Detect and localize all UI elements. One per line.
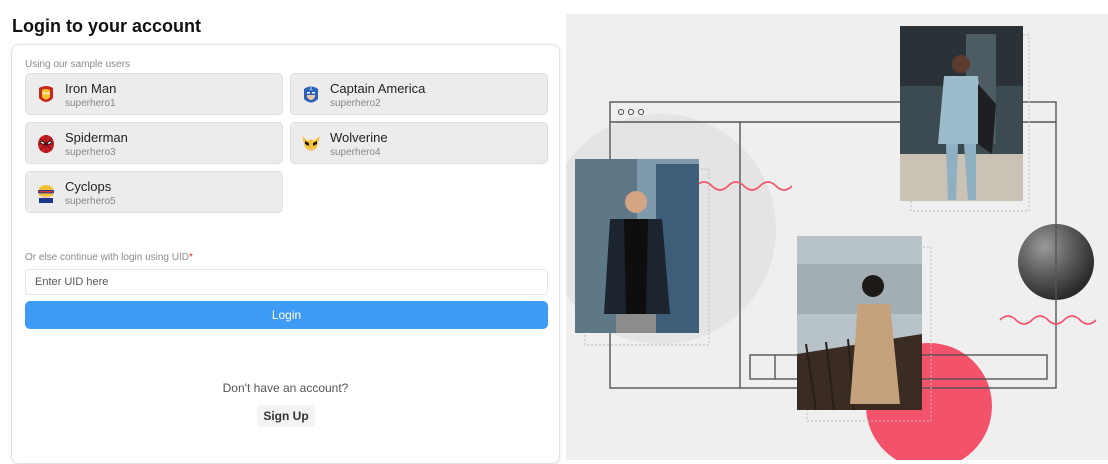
sample-users-label: Using our sample users: [25, 59, 131, 70]
user-name: Wolverine: [330, 130, 388, 145]
captain-america-icon: A: [304, 86, 318, 103]
iron-man-icon: [39, 86, 53, 102]
user-name: Captain America: [330, 81, 426, 96]
user-name: Spiderman: [65, 130, 128, 145]
required-mark: *: [188, 252, 193, 263]
page-title: Login to your account: [12, 16, 201, 36]
login-card: Using our sample users Iron Man superher…: [11, 44, 560, 464]
login-button[interactable]: Login: [25, 301, 548, 329]
spiderman-icon: [38, 135, 54, 153]
sample-user-spiderman[interactable]: Spiderman superhero3: [25, 122, 283, 164]
signup-button[interactable]: Sign Up: [257, 405, 315, 427]
photo-woman-bridge: [797, 236, 932, 422]
wolverine-icon: [302, 136, 320, 152]
photo-man-phone: [900, 26, 1030, 212]
svg-text:A: A: [310, 87, 313, 92]
cyclops-icon: [38, 185, 54, 203]
sample-user-cyclops[interactable]: Cyclops superhero5: [25, 171, 283, 213]
uid-input[interactable]: [25, 269, 548, 295]
sample-user-iron-man[interactable]: Iron Man superhero1: [25, 73, 283, 115]
uid-login-label: Or else continue with login using UID*: [25, 252, 193, 263]
user-name: Iron Man: [65, 81, 117, 96]
user-uid: superhero4: [330, 147, 381, 158]
uid-label-text: Or else continue with login using UID: [25, 252, 189, 263]
sample-user-captain-america[interactable]: A Captain America superhero2: [290, 73, 548, 115]
sample-user-wolverine[interactable]: Wolverine superhero4: [290, 122, 548, 164]
user-name: Cyclops: [65, 179, 112, 194]
hero-illustration: [566, 14, 1108, 460]
signup-prompt: Don't have an account?: [222, 381, 349, 395]
user-uid: superhero1: [65, 98, 116, 109]
photo-man-black: [575, 159, 710, 346]
user-uid: superhero2: [330, 98, 381, 109]
user-uid: superhero3: [65, 147, 116, 158]
user-uid: superhero5: [65, 196, 116, 207]
